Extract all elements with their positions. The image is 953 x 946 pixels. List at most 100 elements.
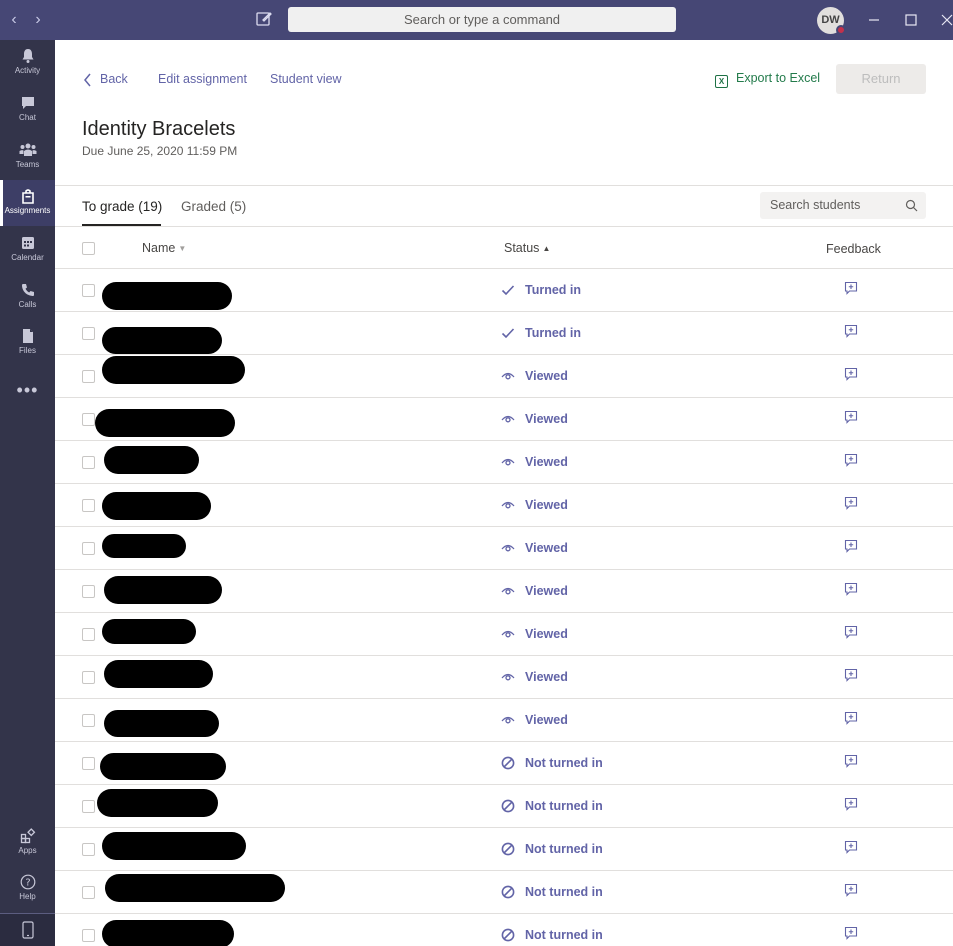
table-row[interactable]: Viewed [55, 570, 953, 613]
table-row[interactable]: Viewed [55, 398, 953, 441]
table-row[interactable]: Viewed [55, 527, 953, 570]
row-checkbox[interactable] [82, 800, 95, 813]
table-row[interactable]: Turned in [55, 269, 953, 312]
command-search-input[interactable]: Search or type a command [288, 7, 676, 32]
chat-icon [21, 97, 34, 109]
close-icon[interactable] [937, 10, 953, 30]
compose-icon[interactable] [255, 10, 273, 28]
row-checkbox[interactable] [82, 886, 95, 899]
table-row[interactable]: Viewed [55, 441, 953, 484]
mobile-app-button[interactable] [0, 913, 55, 946]
student-list: Turned in Turned in Viewed Viewed Viewed View… [55, 269, 953, 946]
tab-to-grade[interactable]: To grade (19) [82, 199, 162, 214]
redacted-student-name [102, 534, 186, 558]
student-view-link[interactable]: Student view [270, 72, 342, 86]
add-feedback-icon[interactable] [844, 883, 858, 897]
add-feedback-icon[interactable] [844, 840, 858, 854]
rail-item-calls[interactable]: Calls [0, 274, 55, 320]
rail-item-assignments[interactable]: Assignments [0, 180, 55, 226]
rail-item-files[interactable]: Files [0, 320, 55, 366]
name-column-header[interactable]: Name ▼ [142, 241, 186, 255]
add-feedback-icon[interactable] [844, 496, 858, 510]
add-feedback-icon[interactable] [844, 582, 858, 596]
sort-caret-up-icon: ▲ [542, 244, 551, 253]
table-row[interactable]: Not turned in [55, 785, 953, 828]
add-feedback-icon[interactable] [844, 797, 858, 811]
row-checkbox[interactable] [82, 370, 95, 383]
eye-icon [500, 454, 516, 470]
row-checkbox[interactable] [82, 843, 95, 856]
back-arrow-icon[interactable]: ‹ [6, 10, 22, 30]
add-feedback-icon[interactable] [844, 367, 858, 381]
table-row[interactable]: Not turned in [55, 742, 953, 785]
back-link[interactable]: Back [100, 72, 128, 86]
select-all-checkbox[interactable] [82, 242, 95, 255]
export-to-excel-link[interactable]: X Export to Excel [715, 71, 820, 88]
add-feedback-icon[interactable] [844, 410, 858, 424]
add-feedback-icon[interactable] [844, 324, 858, 338]
search-icon [905, 199, 918, 212]
rail-item-help[interactable]: ? Help [0, 866, 55, 912]
row-checkbox[interactable] [82, 327, 95, 340]
add-feedback-icon[interactable] [844, 539, 858, 553]
edit-assignment-link[interactable]: Edit assignment [158, 72, 247, 86]
status-column-header[interactable]: Status ▲ [504, 241, 550, 255]
search-students-input[interactable]: Search students [760, 192, 926, 219]
row-checkbox[interactable] [82, 284, 95, 297]
blocked-icon [500, 884, 516, 900]
row-checkbox[interactable] [82, 499, 95, 512]
row-checkbox[interactable] [82, 413, 95, 426]
status-text: Not turned in [525, 799, 603, 813]
eye-icon [500, 626, 516, 642]
rail-item-activity[interactable]: Activity [0, 40, 55, 86]
table-row[interactable]: Viewed [55, 699, 953, 742]
teams-icon [19, 143, 36, 156]
table-row[interactable]: Viewed [55, 484, 953, 527]
table-row[interactable]: Viewed [55, 656, 953, 699]
add-feedback-icon[interactable] [844, 926, 858, 940]
table-row[interactable]: Not turned in [55, 871, 953, 914]
maximize-icon[interactable] [901, 10, 921, 30]
row-checkbox[interactable] [82, 929, 95, 942]
add-feedback-icon[interactable] [844, 668, 858, 682]
rail-item-calendar[interactable]: Calendar [0, 227, 55, 273]
add-feedback-icon[interactable] [844, 711, 858, 725]
forward-arrow-icon[interactable]: › [30, 10, 46, 30]
rail-item-apps[interactable]: Apps [0, 820, 55, 866]
rail-item-chat[interactable]: Chat [0, 87, 55, 133]
status-text: Turned in [525, 326, 582, 340]
add-feedback-icon[interactable] [844, 453, 858, 467]
row-checkbox[interactable] [82, 542, 95, 555]
add-feedback-icon[interactable] [844, 754, 858, 768]
redacted-student-name [102, 282, 232, 310]
table-row[interactable]: Viewed [55, 355, 953, 398]
table-row[interactable]: Turned in [55, 312, 953, 355]
divider [55, 185, 953, 186]
add-feedback-icon[interactable] [844, 281, 858, 295]
row-checkbox[interactable] [82, 456, 95, 469]
row-checkbox[interactable] [82, 585, 95, 598]
more-apps-icon[interactable]: ••• [0, 380, 55, 400]
rail-label: Activity [14, 66, 41, 75]
user-avatar[interactable]: DW [817, 7, 846, 35]
row-checkbox[interactable] [82, 714, 95, 727]
blocked-icon [500, 755, 516, 771]
status-text: Not turned in [525, 928, 603, 942]
table-row[interactable]: Not turned in [55, 914, 953, 946]
chevron-left-icon[interactable] [83, 73, 93, 87]
tab-graded[interactable]: Graded (5) [181, 199, 246, 214]
blocked-icon [500, 841, 516, 857]
mobile-device-icon [21, 921, 34, 939]
rail-item-teams[interactable]: Teams [0, 134, 55, 180]
assignment-title: Identity Bracelets [82, 118, 236, 140]
return-button[interactable]: Return [836, 64, 926, 94]
add-feedback-icon[interactable] [844, 625, 858, 639]
table-row[interactable]: Not turned in [55, 828, 953, 871]
blocked-icon [500, 798, 516, 814]
assignment-main: Back Edit assignment Student view X Expor… [55, 40, 953, 946]
minimize-icon[interactable] [864, 10, 884, 30]
row-checkbox[interactable] [82, 628, 95, 641]
row-checkbox[interactable] [82, 671, 95, 684]
table-row[interactable]: Viewed [55, 613, 953, 656]
row-checkbox[interactable] [82, 757, 95, 770]
